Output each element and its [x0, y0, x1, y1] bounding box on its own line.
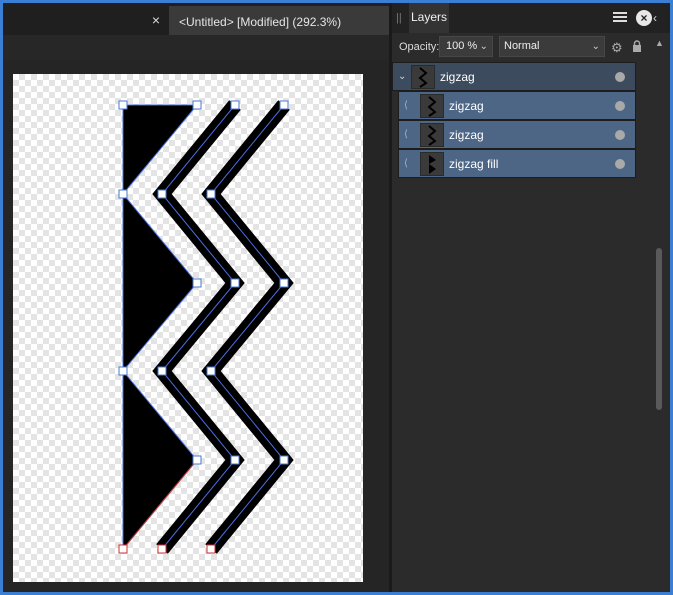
blend-mode-value: Normal	[504, 40, 540, 52]
layer-thumbnail	[420, 94, 444, 118]
visibility-dot-icon[interactable]	[615, 130, 625, 140]
panel-scrollbar[interactable]	[656, 248, 662, 410]
opacity-field[interactable]: 100 % ⌄	[439, 36, 493, 57]
layer-row[interactable]: ⟨ zigzag	[398, 120, 636, 149]
panel-menu-icon[interactable]	[613, 10, 627, 24]
panel-tab-bar: || Layers × ‹	[392, 3, 670, 33]
opacity-value: 100 %	[446, 40, 478, 52]
panel-close-icon[interactable]: ×	[636, 10, 652, 26]
panel-grip-icon[interactable]: ||	[396, 12, 402, 24]
layer-thumbnail	[420, 152, 444, 176]
curve-icon: ⟨	[404, 158, 408, 169]
layers-panel: || Layers × ‹ Opacity: 100 % ⌄ Normal ⌄ …	[392, 3, 670, 592]
curve-icon: ⟨	[404, 129, 408, 140]
chevron-down-icon: ⌄	[591, 41, 600, 52]
chevron-down-icon[interactable]: ⌄	[398, 71, 406, 82]
visibility-dot-icon[interactable]	[615, 72, 625, 82]
layer-thumbnail	[411, 65, 435, 89]
panel-collapse-icon[interactable]: ‹	[653, 11, 657, 25]
chevron-down-icon: ⌄	[479, 41, 488, 52]
document-tab[interactable]: <Untitled> [Modified] (292.3%)	[169, 6, 389, 38]
layer-row[interactable]: ⟨ zigzag	[398, 91, 636, 120]
visibility-dot-icon[interactable]	[615, 159, 625, 169]
lock-icon[interactable]	[632, 40, 642, 52]
zigzag-artwork[interactable]	[13, 74, 363, 582]
scroll-up-icon[interactable]: ▲	[655, 38, 664, 48]
curve-icon: ⟨	[404, 100, 408, 111]
close-previous-tab-button[interactable]: ×	[147, 11, 165, 29]
document-tab-bar: × <Untitled> [Modified] (292.3%)	[3, 3, 389, 38]
gear-icon[interactable]: ⚙	[611, 40, 623, 56]
layer-row[interactable]: ⟨ zigzag fill	[398, 149, 636, 178]
layer-row-group[interactable]: ⌄ zigzag	[392, 62, 636, 91]
layer-name: zigzag fill	[449, 157, 499, 171]
blend-mode-select[interactable]: Normal ⌄	[499, 36, 605, 57]
document-toolbar	[3, 35, 389, 60]
opacity-label: Opacity:	[399, 41, 440, 53]
layer-name: zigzag	[449, 99, 484, 113]
visibility-dot-icon[interactable]	[615, 101, 625, 111]
tab-layers[interactable]: Layers	[409, 3, 449, 33]
layer-options-bar: Opacity: 100 % ⌄ Normal ⌄ ⚙	[392, 33, 670, 62]
layer-name: zigzag	[449, 128, 484, 142]
layer-thumbnail	[420, 123, 444, 147]
layer-name: zigzag	[440, 70, 475, 84]
